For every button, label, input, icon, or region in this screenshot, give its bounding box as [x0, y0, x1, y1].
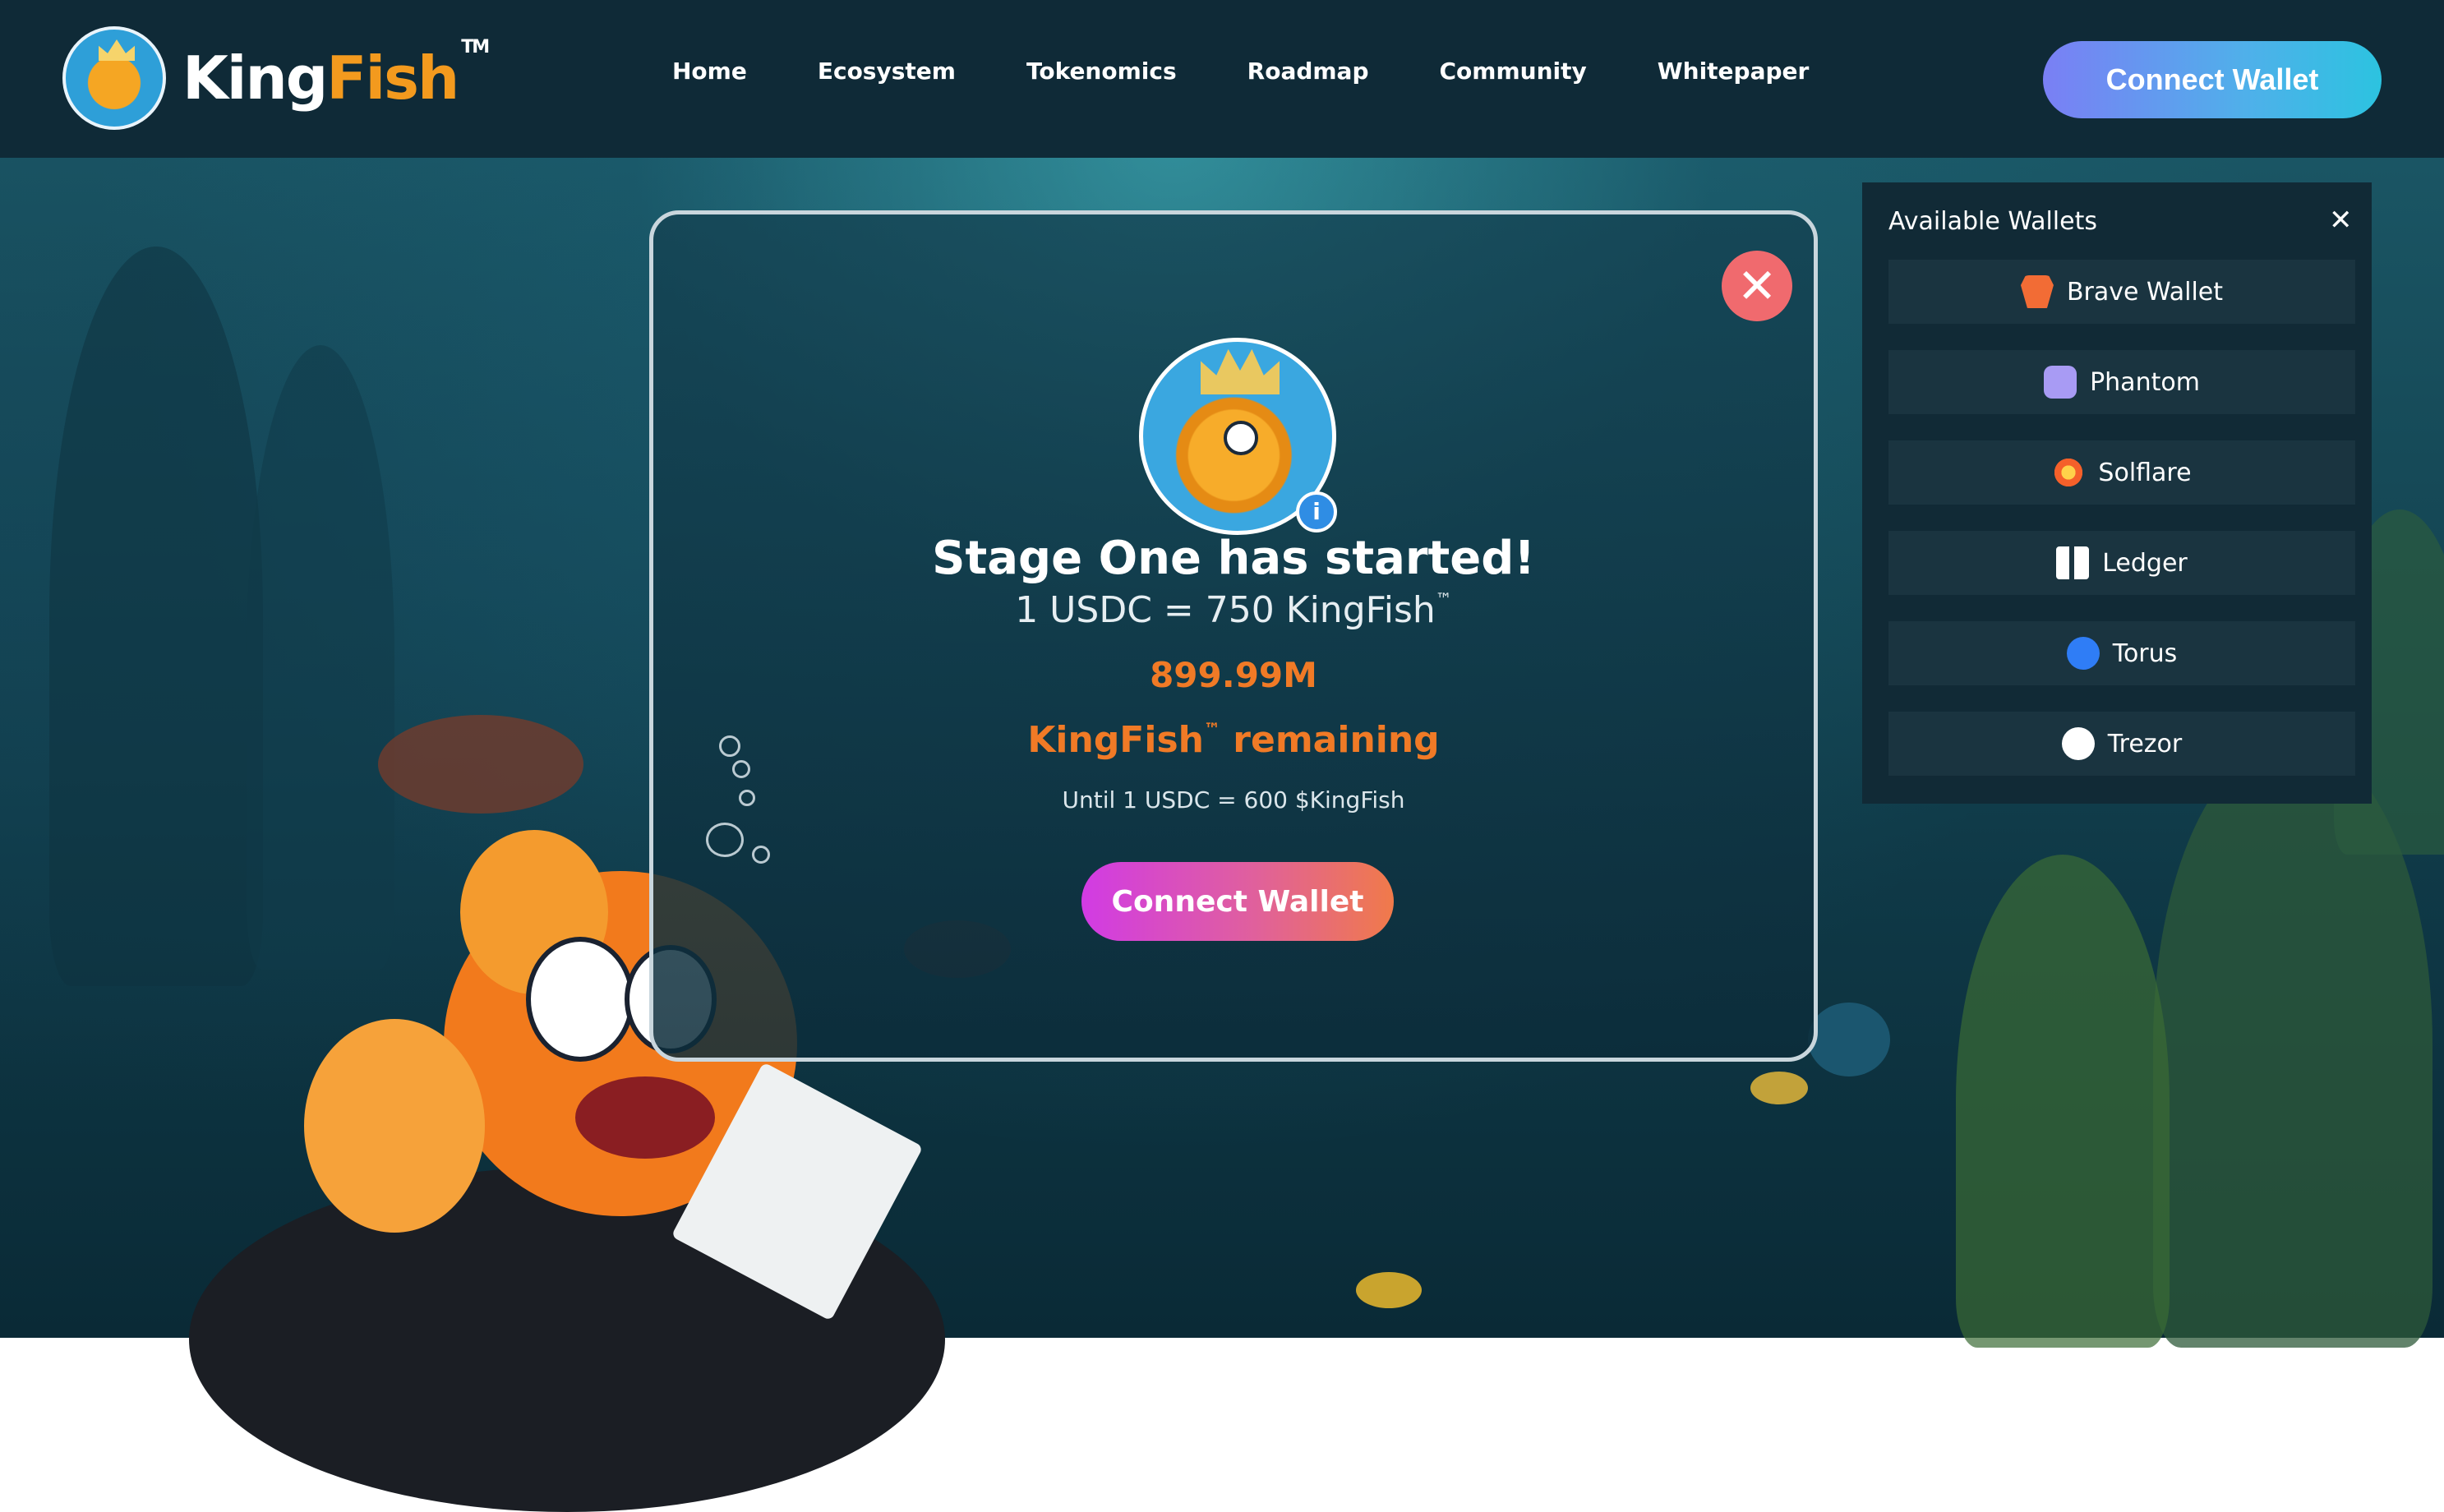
- exchange-rate-text: 1 USDC = 750 KingFish: [1015, 589, 1436, 631]
- wallet-ledger[interactable]: Ledger: [1888, 531, 2355, 595]
- avatar-eye: [1224, 421, 1258, 455]
- wallet-trezor[interactable]: Trezor: [1888, 712, 2355, 776]
- mascot-eye-left: [526, 937, 634, 1062]
- wallet-solflare[interactable]: Solflare: [1888, 440, 2355, 505]
- brand-logo-link[interactable]: KingFish TM: [62, 26, 490, 130]
- kelp-left-2: [247, 345, 394, 970]
- crown-icon: [99, 39, 135, 61]
- ledger-icon: [2056, 546, 2090, 579]
- nav-home[interactable]: Home: [672, 58, 747, 85]
- mascot-mouth: [575, 1076, 715, 1159]
- brand-name-fish: Fish: [326, 44, 459, 113]
- brand-trademark: TM: [461, 37, 490, 58]
- wallet-solflare-label: Solflare: [2098, 458, 2192, 487]
- wallet-phantom[interactable]: Phantom: [1888, 350, 2355, 414]
- remaining-token-name: KingFish: [1027, 719, 1204, 761]
- bubble-decoration: [732, 760, 750, 778]
- crown-icon: [1201, 348, 1280, 394]
- available-wallets-panel: Available Wallets ✕ Brave Wallet Phantom…: [1862, 182, 2372, 804]
- presale-modal: ✕ i Stage One has started! 1 USDC = 750 …: [649, 210, 1818, 1062]
- next-stage-rate: Until 1 USDC = 600 $KingFish: [1062, 786, 1405, 814]
- bubble-decoration: [752, 846, 770, 864]
- trezor-icon: [2061, 727, 2095, 760]
- remaining-label: KingFish™ remaining: [653, 719, 1814, 761]
- wallet-phantom-label: Phantom: [2090, 367, 2200, 397]
- nav-community[interactable]: Community: [1440, 58, 1587, 85]
- wallets-heading: Available Wallets: [1888, 207, 2097, 236]
- background-fish-brown: [378, 715, 583, 814]
- mascot-fish-tail: [304, 1019, 485, 1233]
- nav-whitepaper[interactable]: Whitepaper: [1658, 58, 1810, 85]
- solflare-icon: [2052, 456, 2086, 489]
- main-nav: Home Ecosystem Tokenomics Roadmap Commun…: [672, 58, 1879, 85]
- background-fish-yellow-2: [1750, 1072, 1808, 1104]
- remaining-tm: ™: [1203, 719, 1220, 739]
- modal-connect-wallet-button[interactable]: Connect Wallet: [1081, 862, 1394, 941]
- background-fish-yellow: [1356, 1272, 1422, 1308]
- nav-tokenomics[interactable]: Tokenomics: [1026, 58, 1177, 85]
- nav-roadmap[interactable]: Roadmap: [1247, 58, 1369, 85]
- wallet-brave[interactable]: Brave Wallet: [1888, 260, 2355, 324]
- remaining-suffix: remaining: [1220, 719, 1440, 761]
- wallet-torus-label: Torus: [2112, 638, 2178, 668]
- kingfish-avatar: i: [1139, 338, 1337, 535]
- exchange-rate-tm: ™: [1435, 589, 1452, 609]
- wallets-close-icon[interactable]: ✕: [2329, 204, 2353, 237]
- phantom-icon: [2044, 366, 2077, 399]
- wallet-ledger-label: Ledger: [2102, 548, 2188, 578]
- kingfish-logo-icon: [62, 26, 166, 130]
- remaining-amount: 899.99M: [1150, 655, 1317, 695]
- bubble-decoration: [706, 823, 744, 857]
- kelp-left: [49, 247, 263, 986]
- wallet-trezor-label: Trezor: [2107, 729, 2183, 758]
- info-icon[interactable]: i: [1296, 491, 1337, 532]
- wallet-brave-label: Brave Wallet: [2066, 277, 2224, 307]
- modal-close-button[interactable]: ✕: [1722, 251, 1792, 321]
- stage-title: Stage One has started!: [932, 532, 1535, 585]
- top-navbar: KingFish TM Home Ecosystem Tokenomics Roa…: [0, 0, 2444, 158]
- nav-ecosystem[interactable]: Ecosystem: [818, 58, 956, 85]
- brand-name: KingFish TM: [182, 37, 490, 113]
- brand-name-king: King: [182, 44, 328, 113]
- background-fish-blue: [1808, 1003, 1890, 1076]
- brave-icon: [2020, 275, 2054, 308]
- kelp-right-2: [1956, 855, 2170, 1348]
- exchange-rate: 1 USDC = 750 KingFish™: [653, 589, 1814, 631]
- torus-icon: [2066, 637, 2100, 670]
- header-connect-wallet-button[interactable]: Connect Wallet: [2043, 41, 2382, 118]
- wallet-torus[interactable]: Torus: [1888, 621, 2355, 685]
